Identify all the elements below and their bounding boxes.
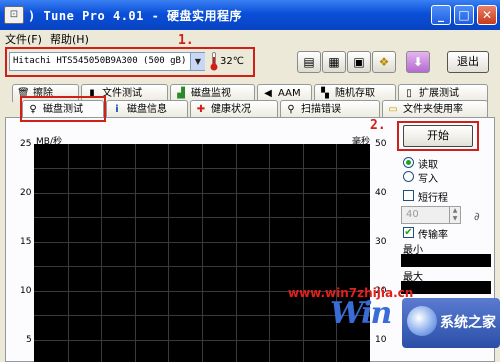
save-button[interactable]: ▣ xyxy=(347,51,371,73)
window-title: ) Tune Pro 4.01 - 硬盘实用程序 xyxy=(28,9,243,23)
left-tick: 25 xyxy=(20,139,32,149)
min-value-bar xyxy=(401,254,491,267)
transfer-rate-checkbox[interactable]: ✔ xyxy=(403,227,414,238)
write-label: 写入 xyxy=(418,174,438,185)
transfer-rate-label: 传输率 xyxy=(418,230,448,241)
left-tick: 15 xyxy=(20,237,32,247)
copy-info-icon: ▤ xyxy=(303,55,315,69)
max-value-bar xyxy=(401,281,491,294)
exit-button[interactable]: 退出 xyxy=(447,51,489,73)
temperature-readout: 32℃ xyxy=(220,56,244,67)
grid-line xyxy=(135,144,136,362)
annotation-step-1: 1. xyxy=(178,33,194,48)
health-icon: ✚ xyxy=(196,104,206,115)
grid-line xyxy=(168,144,169,362)
left-tick: 5 xyxy=(26,335,32,345)
maximize-button[interactable]: □ xyxy=(454,5,474,25)
options-button[interactable]: ❖ xyxy=(372,51,396,73)
tab-error-scan[interactable]: ⚲ 扫描错误 xyxy=(280,100,380,118)
tab-health[interactable]: ✚ 健康状况 xyxy=(190,100,278,118)
write-radio[interactable] xyxy=(403,171,414,182)
gb-link-icon[interactable]: ∂ xyxy=(474,210,480,223)
right-tick: 10 xyxy=(375,335,387,345)
tab-info[interactable]: i 磁盘信息 xyxy=(106,100,188,118)
annotation-step-2: 2. xyxy=(370,118,386,133)
info-icon: i xyxy=(115,104,119,115)
minimize-to-tray-icon: ⬇ xyxy=(412,55,424,69)
save-icon: ▣ xyxy=(353,55,365,69)
thermometer-icon xyxy=(210,52,218,71)
watermark-brand: 系统之家 xyxy=(440,315,496,331)
copy-screenshot-icon: ▦ xyxy=(328,55,340,69)
left-tick: 20 xyxy=(20,188,32,198)
disk-icon xyxy=(407,306,437,336)
tab-highlight-box xyxy=(20,96,106,122)
device-select[interactable]: Hitachi HTS545050B9A300 (500 gB) xyxy=(9,52,205,71)
left-tick: 10 xyxy=(20,286,32,296)
app-icon: ⊡ xyxy=(4,6,24,24)
tab-folder-usage[interactable]: ▭ 文件夹使用率 xyxy=(382,100,488,118)
menu-file[interactable]: 文件(F) xyxy=(5,31,42,47)
options-icon: ❖ xyxy=(378,55,390,69)
grid-line xyxy=(303,144,304,362)
read-label: 读取 xyxy=(418,160,438,171)
right-tick: 50 xyxy=(375,139,387,149)
copy-info-button[interactable]: ▤ xyxy=(297,51,321,73)
read-radio[interactable] xyxy=(403,157,414,168)
folder-usage-icon: ▭ xyxy=(388,104,398,115)
grid-line xyxy=(269,144,270,362)
start-button[interactable]: 开始 xyxy=(403,125,473,147)
minimize-to-tray-button[interactable]: ⬇ xyxy=(406,51,430,73)
spinner-arrows-icon[interactable]: ▲ ▼ xyxy=(449,207,460,223)
menu-help[interactable]: 帮助(H) xyxy=(50,31,89,47)
grid-line xyxy=(68,144,69,362)
chevron-down-icon[interactable]: ▼ xyxy=(190,53,205,70)
error-scan-icon: ⚲ xyxy=(287,104,295,115)
minimize-button[interactable]: _ xyxy=(431,5,451,25)
short-stroke-checkbox[interactable] xyxy=(403,190,414,201)
grid-line xyxy=(101,144,102,362)
right-tick: 30 xyxy=(375,237,387,247)
copy-screenshot-button[interactable]: ▦ xyxy=(322,51,346,73)
close-button[interactable]: ✕ xyxy=(477,5,497,25)
grid-line xyxy=(202,144,203,362)
short-stroke-label: 短行程 xyxy=(418,193,448,204)
benchmark-chart xyxy=(34,144,370,362)
watermark-logo: Win xyxy=(330,296,392,331)
grid-line xyxy=(236,144,237,362)
right-tick: 40 xyxy=(375,188,387,198)
